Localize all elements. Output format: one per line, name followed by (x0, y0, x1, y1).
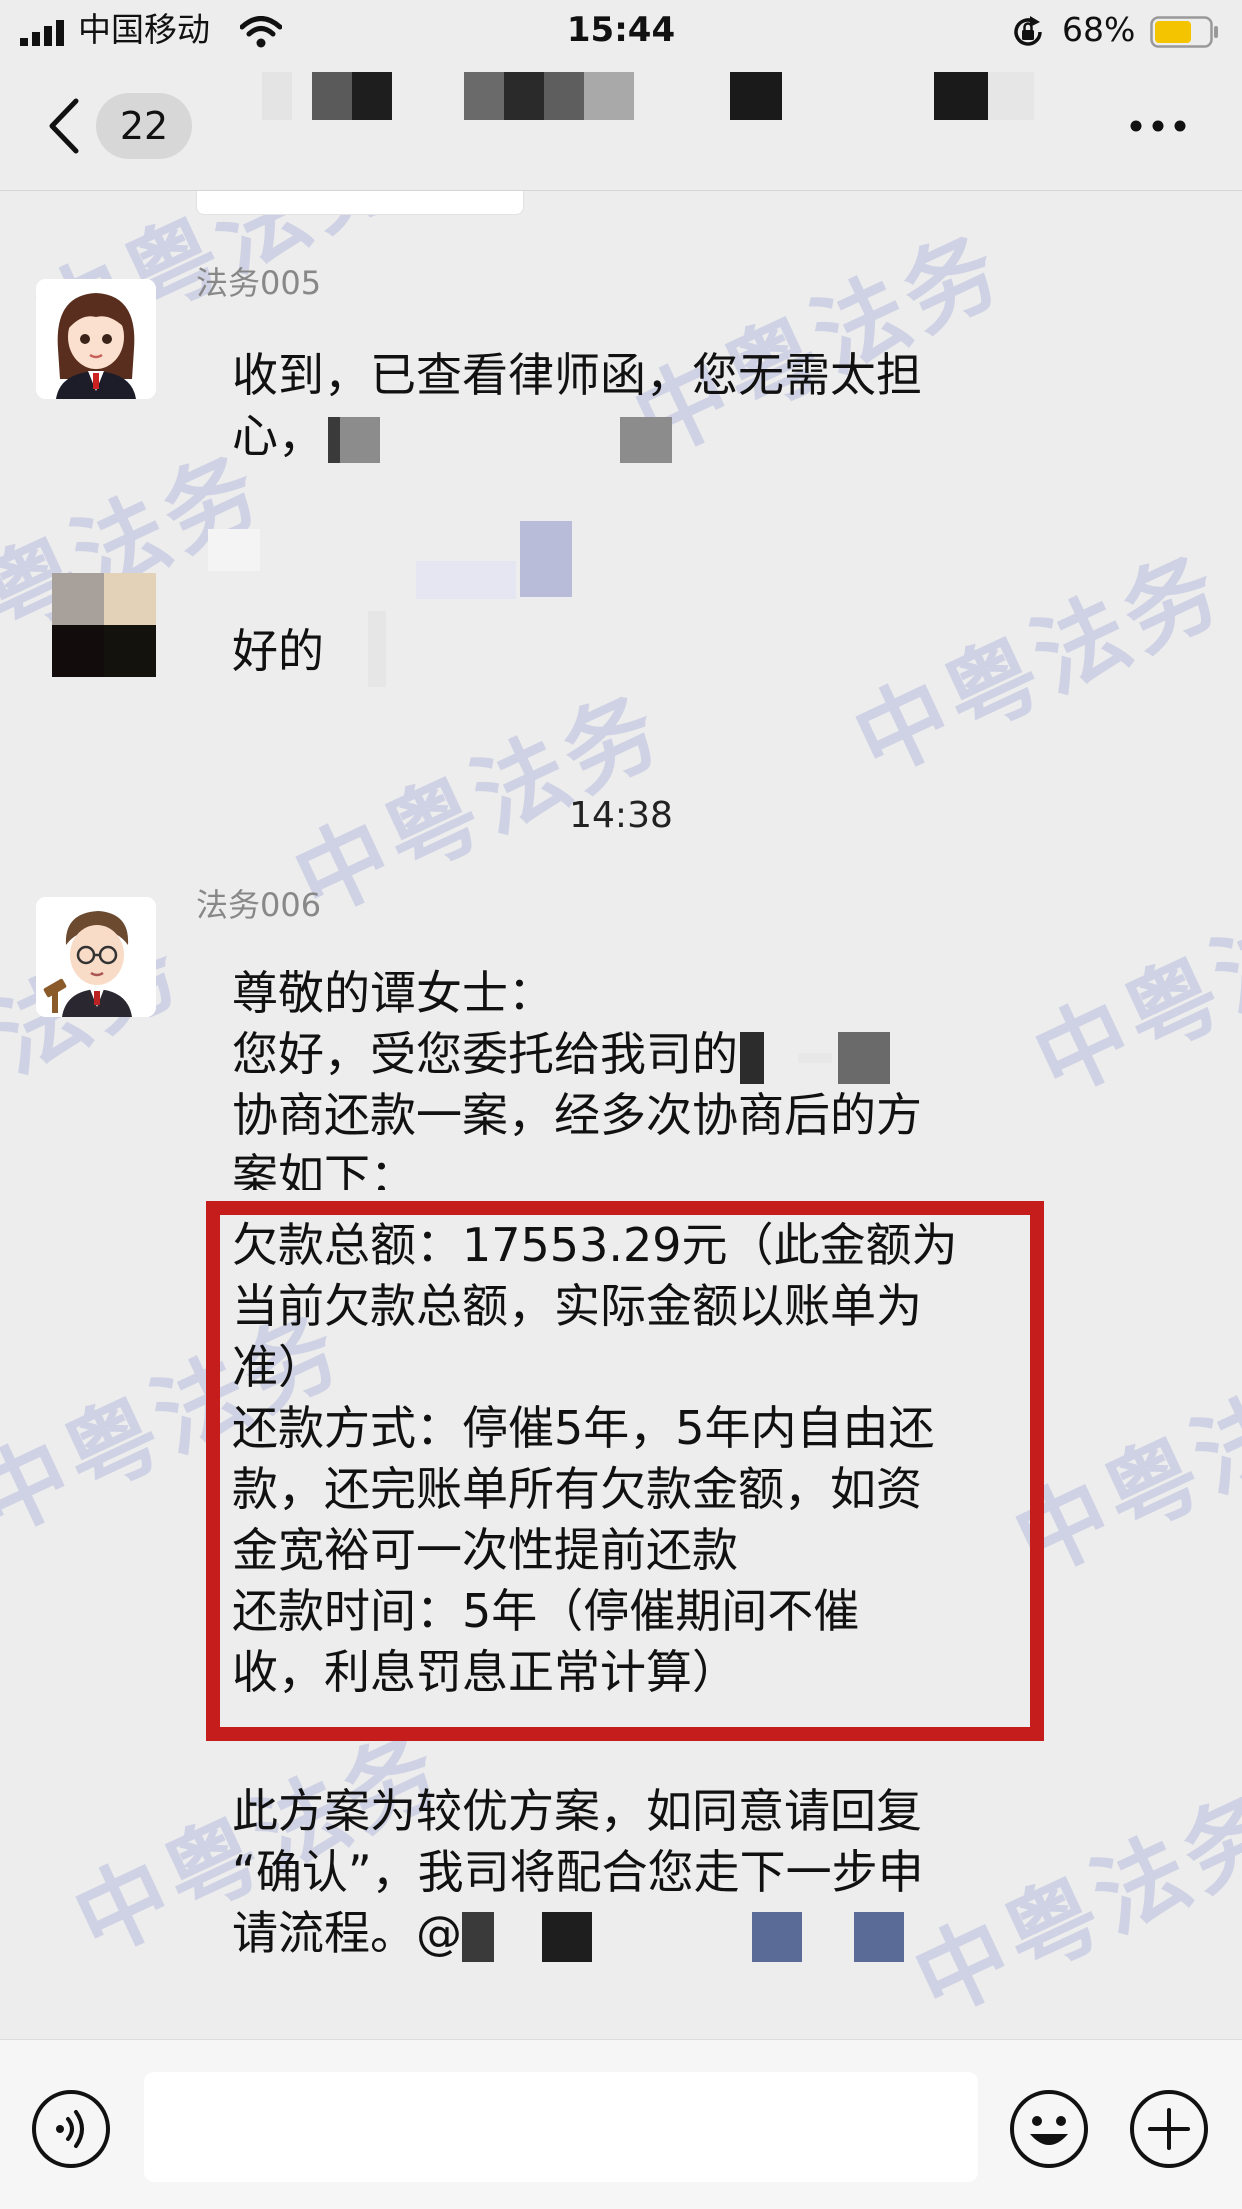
message-list[interactable]: 中粤法务 中粤法务 中粤法务 中粤法务 中粤法务 中粤法务 中粤法务 中粤法务 … (0, 191, 1242, 2039)
message-text[interactable]: 收到，已查看律师函，您无需太担 心， (232, 345, 1052, 467)
emoji-icon[interactable] (1008, 2088, 1090, 2170)
avatar[interactable] (36, 897, 156, 1017)
pixelated-avatar-icon (52, 573, 156, 677)
chat-input-bar (0, 2039, 1242, 2209)
orientation-lock-icon (1014, 16, 1042, 46)
message-text[interactable]: 好的 (232, 621, 324, 682)
redacted-mention (854, 1911, 904, 1962)
avatar-redacted[interactable] (52, 573, 156, 677)
female-lawyer-avatar-icon (36, 279, 156, 399)
battery-icon (1150, 16, 1218, 48)
redacted-mention (462, 1911, 494, 1962)
message-text[interactable]: 此方案为较优方案，如同意请回复 “确认”，我司将配合您走下一步申 请流程。@ (232, 1781, 1052, 1964)
back-chevron-icon[interactable] (44, 97, 84, 155)
redacted-mention (752, 1911, 802, 1962)
redacted-block (416, 561, 516, 599)
chat-timestamp: 14:38 (569, 795, 673, 836)
message-text[interactable]: 尊敬的谭女士： 您好，受您委托给我司的 协商还款一案，经多次协商后的方 案如下： (232, 963, 1052, 1190)
voice-input-icon[interactable] (30, 2088, 112, 2170)
chat-header: 22 (0, 62, 1242, 191)
unread-count-badge[interactable]: 22 (96, 93, 192, 159)
more-options-icon[interactable] (1128, 118, 1188, 134)
chat-title-obscured (202, 72, 1042, 132)
sender-name: 法务005 (196, 264, 322, 302)
battery-percent: 68% (1062, 10, 1136, 49)
redacted-mention (542, 1911, 592, 1962)
sender-name-redacted (208, 529, 260, 571)
redacted-text (740, 1031, 764, 1084)
redacted-text (838, 1031, 890, 1084)
previous-message-bubble[interactable]: · · · · · · · · · · · · · · · · · · · (196, 191, 524, 215)
watermark: 中粤法务 (839, 533, 1240, 797)
redacted-text (620, 416, 672, 463)
status-time: 15:44 (566, 10, 676, 50)
redacted-block (520, 521, 572, 597)
avatar[interactable] (36, 279, 156, 399)
redacted-text (798, 1052, 832, 1063)
redacted-text (340, 416, 380, 463)
male-lawyer-avatar-icon (36, 897, 156, 1017)
sender-name: 法务006 (196, 886, 322, 924)
message-input[interactable] (144, 2072, 978, 2182)
redacted-text (328, 416, 340, 463)
redacted-block (368, 611, 386, 687)
status-bar: 中国移动 15:44 68% (0, 0, 1242, 62)
add-more-icon[interactable] (1128, 2088, 1210, 2170)
payment-plan-text: 欠款总额：17553.29元（此金额为 当前欠款总额，实际金额以账单为 准） 还… (232, 1218, 958, 1699)
